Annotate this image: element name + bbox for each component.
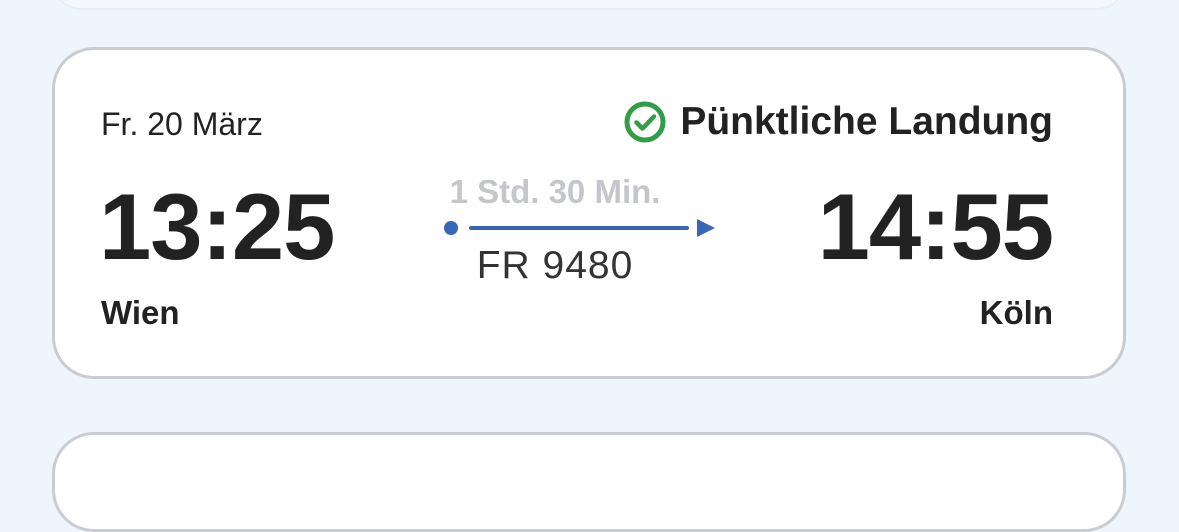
flight-status-label: Pünktliche Landung (680, 100, 1053, 143)
flight-duration: 1 Std. 30 Min. (449, 173, 661, 210)
flight-date: Fr. 20 März (101, 106, 263, 142)
next-flight-card[interactable] (52, 432, 1126, 532)
route-end-arrow-icon (697, 219, 715, 237)
check-circle-icon (624, 101, 666, 143)
flight-number: FR 9480 (476, 244, 634, 287)
departure-time: 13:25 (99, 174, 335, 279)
flight-status: Pünktliche Landung (624, 100, 1053, 144)
previous-card-edge (52, 0, 1126, 10)
departure-city: Wien (101, 294, 180, 331)
route-start-dot-icon (444, 221, 458, 235)
arrival-time: 14:55 (817, 174, 1054, 279)
arrival-city: Köln (979, 294, 1053, 331)
flight-card[interactable]: Fr. 20 März Pünktliche Landung 13:25 Wie… (52, 47, 1126, 379)
route-line (444, 219, 715, 237)
